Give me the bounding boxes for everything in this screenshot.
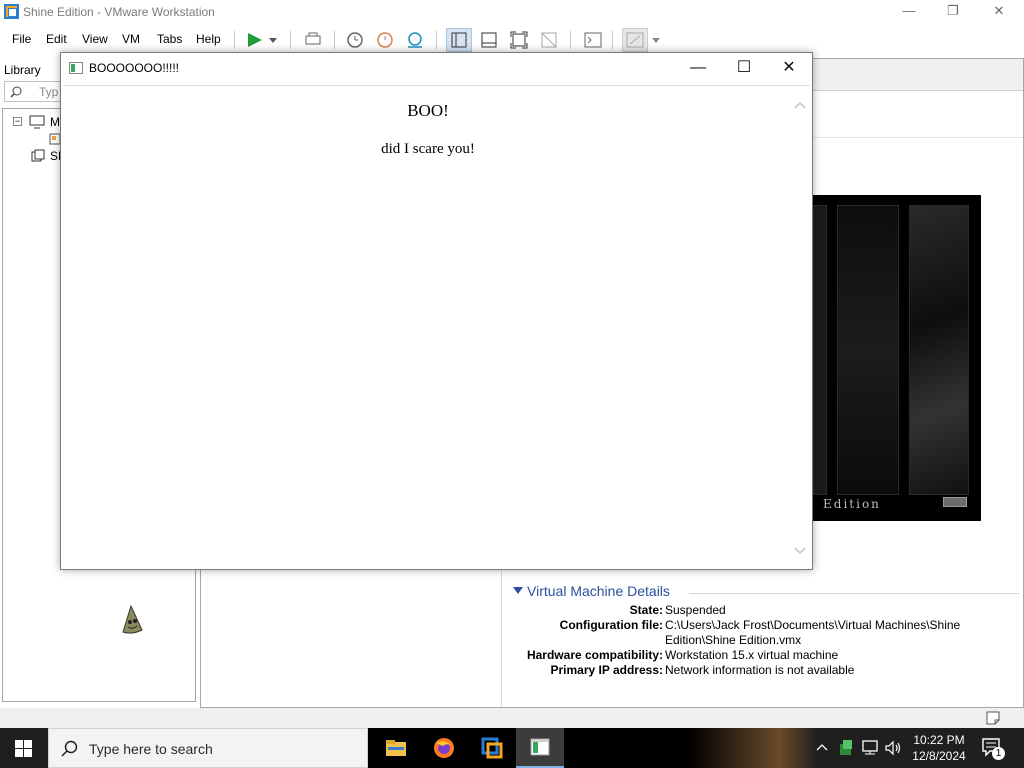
detail-value: Network information is not available (665, 663, 855, 677)
taskbar-wallpaper-fade (688, 728, 818, 768)
file-explorer-icon (386, 740, 406, 756)
send-ctrl-alt-del-icon[interactable] (302, 30, 324, 50)
desktop-ghost-icon[interactable] (119, 604, 145, 636)
vmware-app-icon (4, 4, 19, 19)
collapse-toggle[interactable]: − (13, 117, 22, 126)
volume-icon[interactable] (884, 740, 902, 756)
stretch-dropdown-icon[interactable] (650, 30, 662, 50)
message-log-icon[interactable] (986, 711, 1000, 725)
details-header: Virtual Machine Details (527, 583, 670, 599)
vmware-icon (481, 737, 503, 759)
popup-message: did I scare you! (381, 141, 475, 157)
clock-time: 10:22 PM (913, 733, 965, 747)
preview-edition-text: Edition (823, 497, 881, 511)
detail-value: Workstation 15.x virtual machine (665, 648, 839, 662)
menu-file[interactable]: File (12, 32, 31, 46)
notification-badge: 1 (992, 747, 1005, 760)
taskbar-search-input[interactable]: Type here to search (48, 728, 368, 768)
toolbar-separator (436, 31, 437, 49)
collapse-arrow-icon[interactable] (513, 587, 523, 595)
taskbar-popup-app[interactable] (516, 728, 564, 768)
taskbar: Type here to search 10:22 PM 12/8/2024 1 (0, 728, 1024, 768)
close-button[interactable]: ✕ (976, 0, 1022, 24)
revert-snapshot-icon[interactable] (374, 30, 396, 50)
network-icon[interactable] (861, 740, 881, 756)
firefox-icon (434, 738, 454, 758)
status-bar (0, 708, 1024, 728)
menu-vm[interactable]: VM (122, 32, 140, 46)
taskbar-clock[interactable]: 10:22 PM 12/8/2024 (904, 732, 974, 764)
search-icon (61, 740, 78, 757)
clock-date: 12/8/2024 (912, 749, 966, 763)
tray-app-icon[interactable] (838, 739, 854, 757)
start-button[interactable] (0, 728, 48, 768)
popup-title: BOOOOOOO!!!!! (89, 61, 180, 75)
preview-badge (943, 497, 967, 507)
popup-maximize-button[interactable]: ☐ (721, 53, 767, 83)
toolbar-separator (234, 31, 235, 49)
popup-minimize-button[interactable]: — (675, 53, 721, 83)
restore-button[interactable]: ❐ (930, 0, 976, 24)
toolbar-separator (612, 31, 613, 49)
toolbar-separator (334, 31, 335, 49)
detail-label: Configuration file: (559, 618, 663, 632)
detail-label: Primary IP address: (550, 663, 663, 677)
windows-logo-icon (15, 740, 32, 757)
unity-icon[interactable] (538, 30, 560, 50)
popup-heading: BOO! (407, 101, 449, 120)
shared-vms-icon (31, 149, 45, 162)
app-window-icon (530, 738, 550, 756)
taskbar-search-placeholder: Type here to search (89, 741, 213, 757)
pane-divider (501, 559, 502, 707)
detail-label: Hardware compatibility: (526, 648, 663, 662)
library-search-placeholder: Typ (39, 85, 59, 99)
stretch-guest-icon[interactable] (624, 30, 646, 50)
vmware-titlebar: Shine Edition - VMware Workstation — ❐ ✕ (0, 0, 1024, 24)
vm-preview-thumbnail[interactable]: Edition (811, 195, 981, 521)
show-library-icon[interactable] (448, 30, 470, 50)
power-dropdown-icon[interactable] (266, 30, 280, 50)
details-rule (689, 593, 1019, 594)
library-label: Library (4, 63, 41, 77)
preview-panel (909, 205, 969, 495)
scroll-down-icon[interactable] (792, 542, 808, 558)
taskbar-file-explorer[interactable] (372, 728, 420, 768)
console-view-icon[interactable] (582, 30, 604, 50)
full-screen-icon[interactable] (508, 30, 530, 50)
menu-help[interactable]: Help (196, 32, 221, 46)
menu-edit[interactable]: Edit (46, 32, 67, 46)
show-hidden-icons-icon[interactable] (816, 742, 828, 752)
minimize-button[interactable]: — (886, 0, 932, 24)
popup-scrollbar[interactable] (792, 98, 808, 558)
menubar: File Edit View VM Tabs Help (0, 27, 1024, 53)
popup-titlebar[interactable]: BOOOOOOO!!!!! — ☐ ✕ (61, 53, 812, 84)
menu-view[interactable]: View (82, 32, 108, 46)
menu-tabs[interactable]: Tabs (157, 32, 182, 46)
scroll-up-icon[interactable] (792, 98, 808, 114)
popup-content: BOO! did I scare you! (63, 85, 810, 567)
taskbar-vmware[interactable] (468, 728, 516, 768)
snapshot-manager-icon[interactable] (404, 30, 426, 50)
preview-panel (837, 205, 899, 495)
my-computer-icon (29, 115, 45, 129)
detail-label: State: (629, 603, 663, 617)
preview-panel (813, 205, 827, 495)
tree-item-my-computer[interactable]: M (50, 115, 60, 129)
action-center-button[interactable]: 1 (980, 736, 1005, 760)
window-title: Shine Edition - VMware Workstation (23, 5, 215, 19)
toolbar-separator (570, 31, 571, 49)
popup-window: BOOOOOOO!!!!! — ☐ ✕ BOO! did I scare you… (60, 52, 813, 570)
taskbar-firefox[interactable] (420, 728, 468, 768)
power-on-icon[interactable] (244, 30, 266, 50)
popup-close-button[interactable]: ✕ (766, 53, 812, 83)
thumbnail-bar-icon[interactable] (478, 30, 500, 50)
toolbar-separator (290, 31, 291, 49)
detail-value: C:\Users\Jack Frost\Documents\Virtual Ma… (665, 618, 961, 647)
detail-value: Suspended (665, 603, 726, 617)
popup-app-icon (69, 62, 83, 74)
search-icon (10, 86, 22, 98)
snapshot-icon[interactable] (344, 30, 366, 50)
